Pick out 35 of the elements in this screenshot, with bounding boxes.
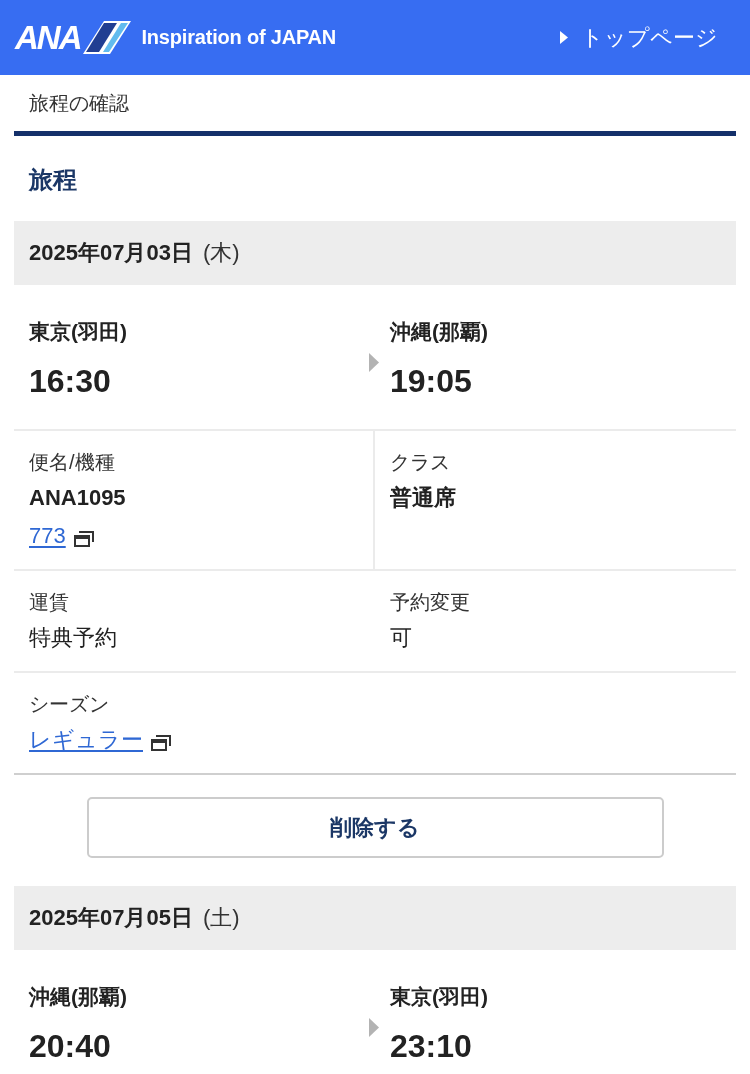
new-window-icon: [73, 530, 94, 547]
detail-value: 特典予約: [29, 624, 118, 652]
detail-value: 可: [390, 624, 413, 652]
weekday-text: (土): [202, 904, 240, 932]
departure-time: 20:40: [29, 1027, 112, 1066]
detail-label: シーズン: [29, 692, 110, 717]
tagline: Inspiration of JAPAN: [141, 26, 337, 49]
detail-value: ANA1095: [29, 484, 127, 512]
arrow-icon: [369, 1018, 379, 1037]
arrival-time: 19:05: [390, 362, 473, 401]
delete-button[interactable]: 削除する: [86, 797, 664, 858]
flight-date: 2025年07月03日: [29, 239, 193, 267]
airport-name: 東京(羽田): [29, 319, 128, 345]
triangle-icon: [560, 31, 568, 44]
weekday-text: (木): [202, 239, 240, 267]
detail-label: 予約変更: [390, 590, 471, 615]
section-heading: 旅程: [29, 165, 77, 195]
detail-label: 運賃: [29, 590, 70, 615]
detail-label: クラス: [390, 450, 451, 475]
airport-name: 沖縄(那覇): [390, 319, 489, 345]
page-title: 旅程の確認: [29, 90, 129, 116]
detail-value: 普通席: [390, 484, 457, 512]
arrival-time: 23:10: [390, 1027, 473, 1066]
arrow-icon: [369, 353, 379, 372]
new-window-icon: [151, 734, 171, 751]
detail-link[interactable]: レギュラー: [29, 721, 143, 759]
top-page-link[interactable]: トップページ: [560, 22, 718, 53]
flight-date: 2025年07月05日: [29, 904, 193, 932]
logo-text: ANA: [15, 20, 81, 55]
logo-mark-icon: [82, 21, 131, 54]
airport-name: 沖縄(那覇): [29, 984, 128, 1010]
departure-time: 16:30: [29, 362, 112, 401]
airport-name: 東京(羽田): [390, 984, 489, 1010]
detail-link[interactable]: 773: [29, 517, 66, 555]
detail-label: 便名/機種: [29, 450, 116, 475]
